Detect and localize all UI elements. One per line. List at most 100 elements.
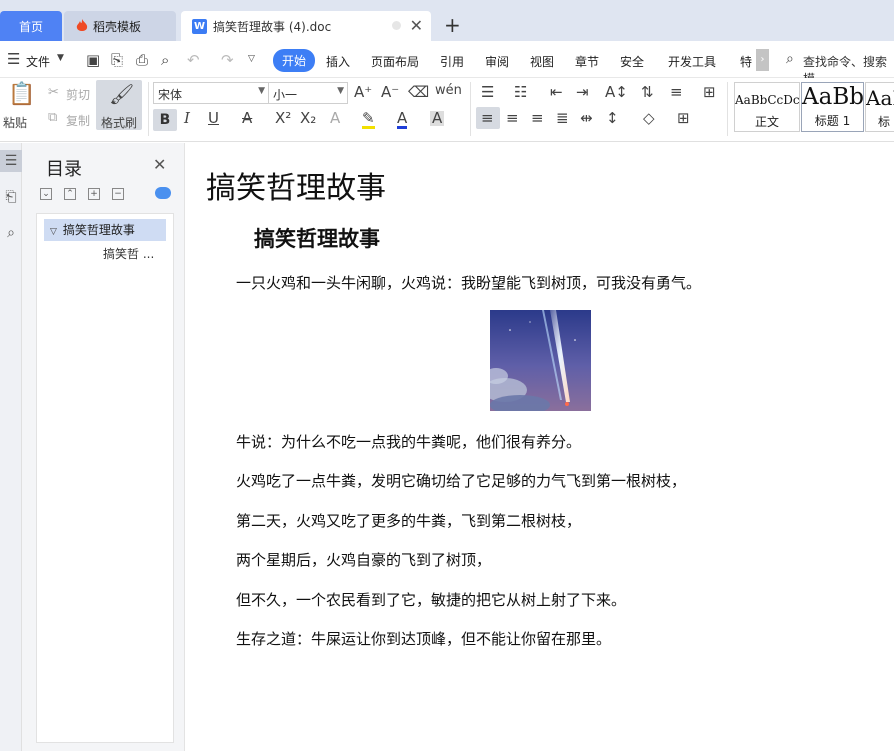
menu-scroll-right-icon[interactable]: › <box>756 49 769 71</box>
menu-file[interactable]: 文件 <box>26 53 50 70</box>
tab-home[interactable]: 首页 <box>0 11 62 41</box>
paragraph[interactable]: 牛说：为什么不吃一点我的牛粪呢，他们很有养分。 <box>236 431 581 452</box>
paragraph[interactable]: 一只火鸡和一头牛闲聊，火鸡说：我盼望能飞到树顶，可我没有勇气。 <box>236 272 701 293</box>
style-normal-preview: AaBbCcDc <box>735 93 800 107</box>
strikethrough-icon[interactable]: A <box>242 111 252 126</box>
paragraph-spacing-icon[interactable]: ↕ <box>606 111 619 126</box>
highlight-icon[interactable]: ✎ <box>362 111 375 129</box>
decrease-indent-icon[interactable]: ⇤ <box>550 85 563 100</box>
save-icon[interactable]: ▣ <box>86 51 100 69</box>
outline-nav-icon[interactable]: ☰ <box>0 150 22 172</box>
text-direction-icon[interactable]: A↕ <box>605 85 628 100</box>
tab-template-label: 稻壳模板 <box>93 19 142 34</box>
align-center-icon[interactable]: ≡ <box>506 111 519 126</box>
flame-icon <box>76 19 88 31</box>
tab-document[interactable]: W 搞笑哲理故事 (4).doc ✕ <box>181 11 431 41</box>
character-shading-icon[interactable]: A <box>430 111 445 126</box>
phonetic-guide-icon[interactable]: wén <box>435 84 462 97</box>
increase-font-icon[interactable]: A⁺ <box>354 85 372 100</box>
sort-icon[interactable]: ⇅ <box>641 85 654 100</box>
toc-item-heading-1[interactable]: ▽ 搞笑哲理故事 <box>44 219 166 241</box>
chevron-down-icon[interactable]: ▼ <box>57 53 64 63</box>
cloud-sync-icon[interactable] <box>155 187 171 199</box>
paintbrush-icon: 🖌 <box>109 82 135 106</box>
new-tab-icon[interactable]: + <box>444 13 461 37</box>
cut-button[interactable]: 剪切 <box>66 86 90 103</box>
bullet-list-icon[interactable]: ☰ <box>481 85 494 100</box>
collapse-all-icon[interactable]: ⌄ <box>40 188 52 200</box>
redo-icon[interactable]: ↷ <box>221 51 234 69</box>
font-color-icon[interactable]: A <box>397 111 408 129</box>
paste-button[interactable]: 粘贴 <box>3 114 27 131</box>
style-heading-2-label: 标 <box>878 115 891 129</box>
embedded-image[interactable] <box>490 310 591 411</box>
menu-references[interactable]: 引用 <box>440 53 464 70</box>
document-heading[interactable]: 搞笑哲理故事 <box>254 223 380 253</box>
menu-chapter[interactable]: 章节 <box>575 53 599 70</box>
toc-item-label: 搞笑哲理故事 <box>62 223 135 237</box>
hamburger-icon[interactable]: ☰ <box>7 50 20 68</box>
font-size-select[interactable]: 小一 ▼ <box>268 82 348 104</box>
quick-access-dropdown-icon[interactable]: ▽ <box>248 54 255 64</box>
style-normal[interactable]: AaBbCcDc 正文 <box>734 82 800 132</box>
numbered-list-icon[interactable]: ☷ <box>514 85 527 100</box>
remove-heading-icon[interactable]: − <box>112 188 124 200</box>
underline-button[interactable]: U <box>208 111 219 126</box>
align-right-icon[interactable]: ≡ <box>531 111 544 126</box>
print-preview-icon[interactable]: ⌕ <box>161 51 169 69</box>
menu-insert[interactable]: 插入 <box>326 53 350 70</box>
paragraph[interactable]: 第二天，火鸡又吃了更多的牛粪，飞到第二根树枝， <box>236 510 581 531</box>
font-name-select[interactable]: 宋体 ▼ <box>153 82 269 104</box>
tab-template[interactable]: 稻壳模板 <box>64 11 176 41</box>
close-tab-icon[interactable]: ✕ <box>410 16 423 35</box>
style-heading-1[interactable]: AaBb 标题 1 <box>801 82 864 132</box>
paragraph[interactable]: 但不久，一个农民看到了它，敏捷的把它从树上射了下来。 <box>236 589 626 610</box>
bold-button[interactable]: B <box>153 109 177 131</box>
text-effect-icon[interactable]: A <box>330 111 340 126</box>
superscript-icon[interactable]: X² <box>275 111 291 126</box>
document-canvas[interactable]: 搞笑哲理故事 搞笑哲理故事 一只火鸡和一头牛闲聊，火鸡说：我盼望能飞到树顶，可我… <box>186 143 894 751</box>
table-border-icon[interactable]: ⊞ <box>677 111 690 126</box>
paste-icon[interactable]: 📋 <box>8 84 35 106</box>
search-icon[interactable]: ⌕ <box>786 51 794 67</box>
find-replace-icon[interactable]: ⌕ <box>0 222 22 244</box>
print-icon[interactable]: ⎙ <box>136 51 148 69</box>
subscript-icon[interactable]: X₂ <box>300 111 316 126</box>
side-icon-strip: ☰ ⎗ ⌕ <box>0 143 22 751</box>
clear-format-icon[interactable]: ⌫ <box>408 85 429 100</box>
shading-fill-icon[interactable]: ◇ <box>643 111 655 126</box>
menu-developer[interactable]: 开发工具 <box>668 53 716 70</box>
justify-icon[interactable]: ≣ <box>556 111 569 126</box>
paragraph[interactable]: 生存之道：牛屎运让你到达顶峰，但不能让你留在那里。 <box>236 628 611 649</box>
chevron-down-icon[interactable]: ▽ <box>50 227 57 237</box>
bookmark-icon[interactable]: ⎗ <box>0 186 22 208</box>
align-left-button[interactable]: ≡ <box>476 107 500 129</box>
format-painter-button[interactable]: 🖌 格式刷 <box>96 80 142 130</box>
italic-button[interactable]: I <box>184 111 190 126</box>
toc-item-heading-2[interactable]: 搞笑哲 ... <box>103 245 154 262</box>
menu-security[interactable]: 安全 <box>620 53 644 70</box>
undo-icon[interactable]: ↶ <box>187 51 200 69</box>
ribbon-toolbar: 📋 粘贴 ✂ 剪切 ⧉ 复制 🖌 格式刷 宋体 ▼ 小一 ▼ A⁺ A⁻ ⌫ w… <box>0 78 894 142</box>
menu-special[interactable]: 特 <box>740 53 752 70</box>
add-heading-icon[interactable]: + <box>88 188 100 200</box>
menu-review[interactable]: 审阅 <box>485 53 509 70</box>
menu-page-layout[interactable]: 页面布局 <box>371 53 419 70</box>
copy-button[interactable]: 复制 <box>66 112 90 129</box>
expand-all-icon[interactable]: ⌃ <box>64 188 76 200</box>
paragraph[interactable]: 两个星期后，火鸡自豪的飞到了树顶， <box>236 549 491 570</box>
decrease-font-icon[interactable]: A⁻ <box>381 85 399 100</box>
menu-start[interactable]: 开始 <box>273 49 316 72</box>
menu-view[interactable]: 视图 <box>530 53 554 70</box>
borders-shading-icon[interactable]: ⊞ <box>703 85 716 100</box>
style-heading-2[interactable]: AaI 标 <box>865 82 894 132</box>
pdf-export-icon[interactable]: ⎘ <box>111 51 123 69</box>
toc-title: 目录 <box>46 159 82 180</box>
increase-indent-icon[interactable]: ⇥ <box>576 85 589 100</box>
toc-list: ▽ 搞笑哲理故事 搞笑哲 ... <box>36 213 174 743</box>
distributed-icon[interactable]: ⇹ <box>580 111 593 126</box>
document-title[interactable]: 搞笑哲理故事 <box>206 163 386 207</box>
close-icon[interactable]: ✕ <box>153 155 166 174</box>
line-spacing-icon[interactable]: ≡ <box>670 85 683 100</box>
paragraph[interactable]: 火鸡吃了一点牛粪，发明它确切给了它足够的力气飞到第一根树枝， <box>236 470 686 491</box>
